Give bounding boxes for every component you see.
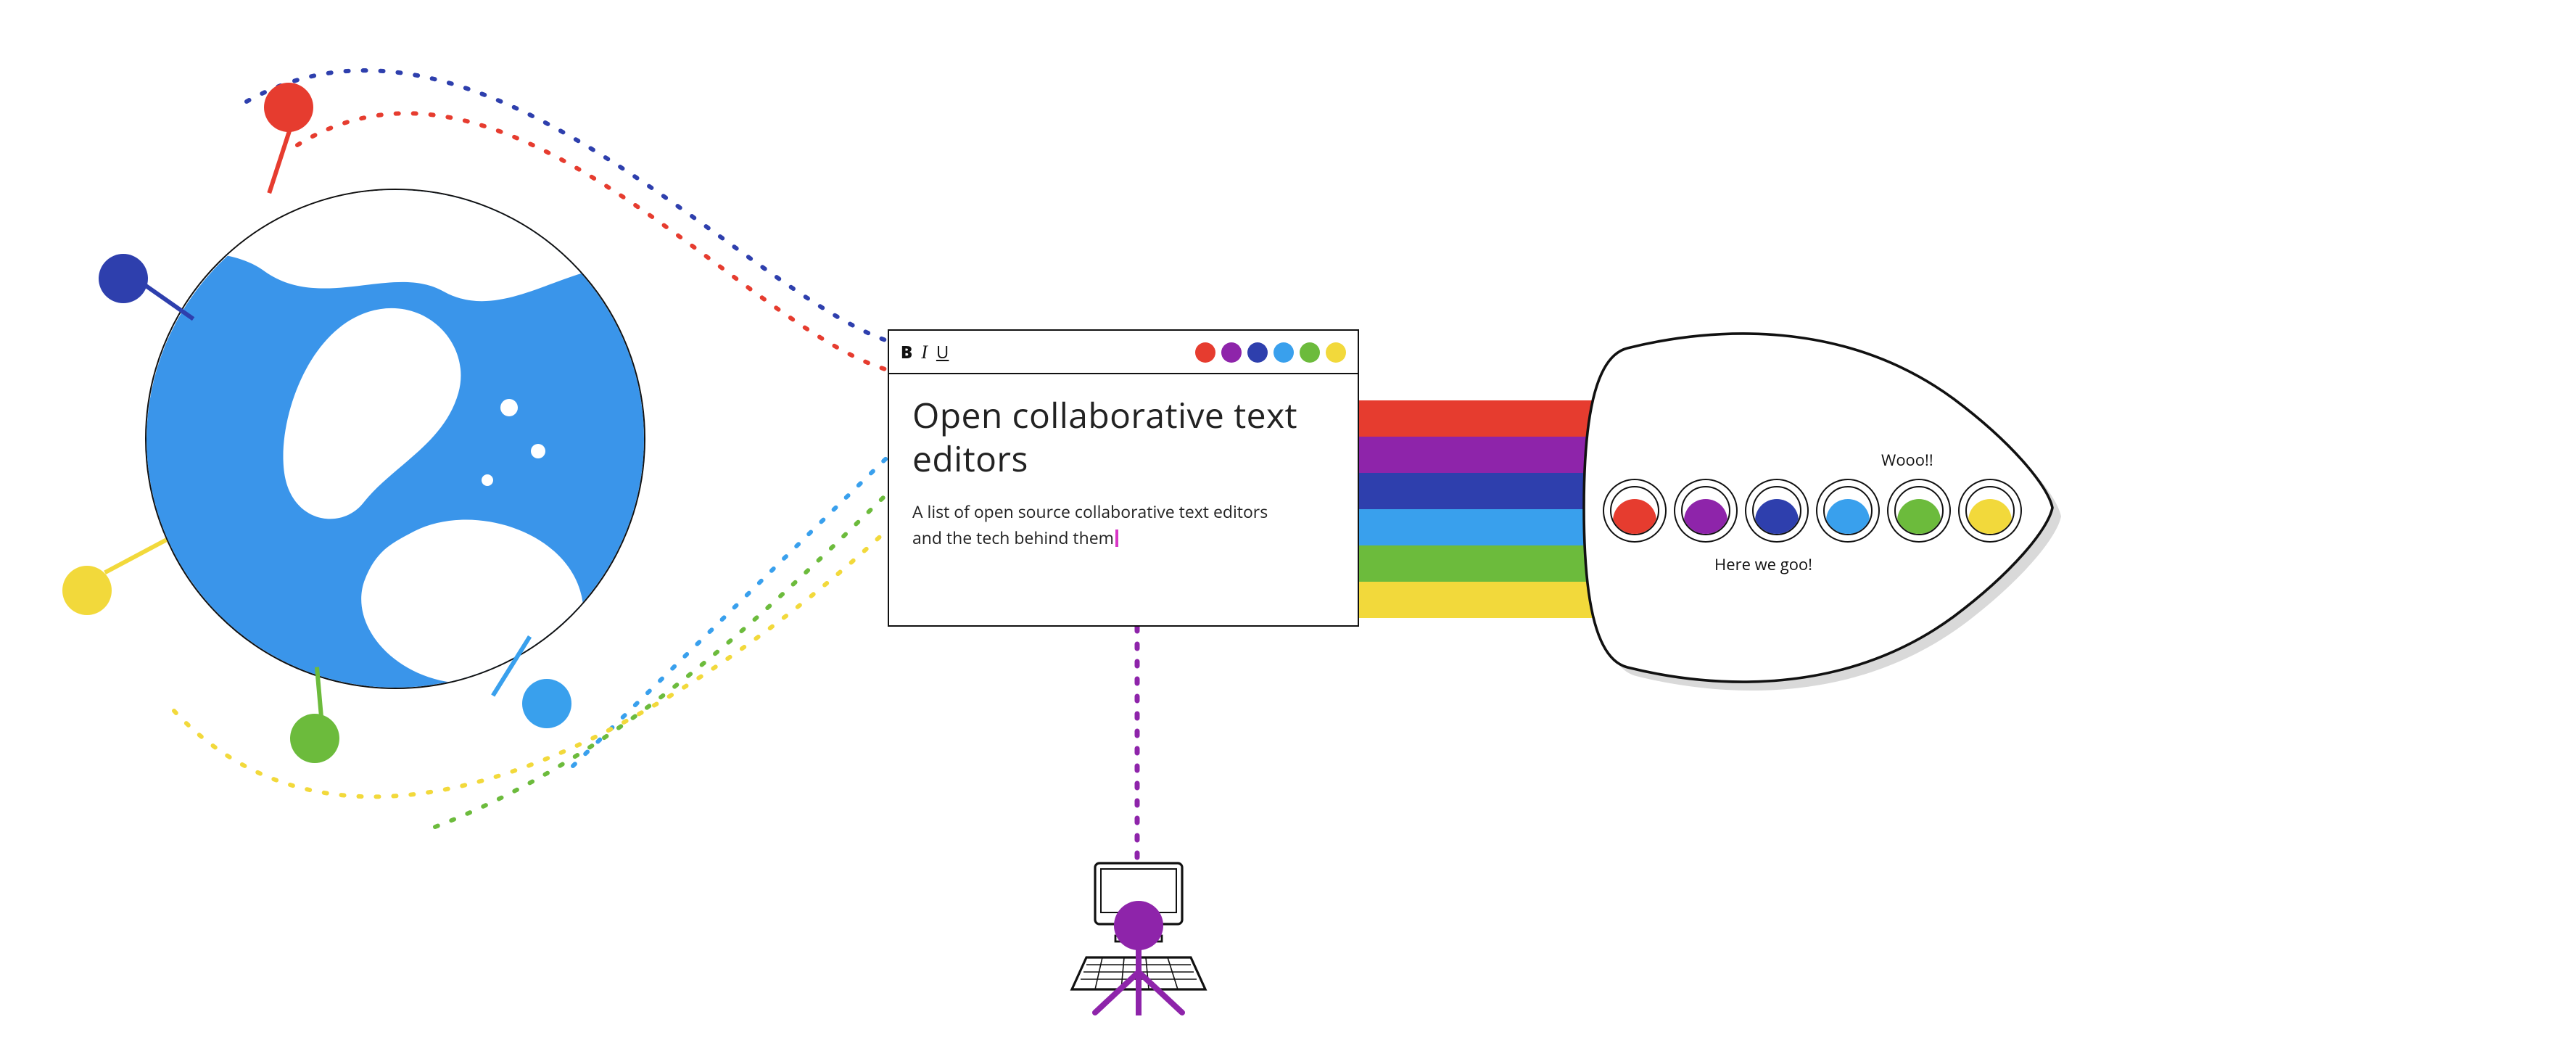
dot-sky <box>1273 342 1294 362</box>
user-computer <box>1066 856 1211 1015</box>
porthole-blue <box>1745 479 1809 543</box>
document-title: Open collaborative text editors <box>912 395 1334 482</box>
editor-body[interactable]: Open collaborative text editors A list o… <box>889 374 1358 566</box>
format-underline-button[interactable]: U <box>936 339 949 364</box>
titlebar-user-dots <box>1195 342 1346 362</box>
format-bold-button[interactable]: B <box>901 339 912 364</box>
editor-window: B I U Open collaborative text editors A … <box>888 329 1359 627</box>
dot-purple <box>1221 342 1242 362</box>
porthole-sky <box>1816 479 1880 543</box>
dot-green <box>1300 342 1320 362</box>
speech-bottom: Here we goo! <box>1714 554 1812 576</box>
diagram-canvas: B I U Open collaborative text editors A … <box>0 0 2576 1059</box>
spaceship: Wooo!! Here we goo! <box>1577 319 2055 696</box>
dot-red <box>1195 342 1215 362</box>
dot-blue <box>1247 342 1268 362</box>
speech-top: Wooo!! <box>1881 450 1933 471</box>
globe-circle <box>145 189 645 689</box>
porthole-yellow <box>1958 479 2022 543</box>
format-italic-button[interactable]: I <box>921 340 928 363</box>
dot-yellow <box>1326 342 1346 362</box>
globe <box>145 189 645 689</box>
document-description: A list of open source collaborative text… <box>912 502 1289 552</box>
porthole-green <box>1887 479 1951 543</box>
porthole-red <box>1603 479 1667 543</box>
editor-titlebar: B I U <box>889 331 1358 374</box>
porthole-purple <box>1674 479 1738 543</box>
text-caret-icon <box>1115 529 1118 546</box>
